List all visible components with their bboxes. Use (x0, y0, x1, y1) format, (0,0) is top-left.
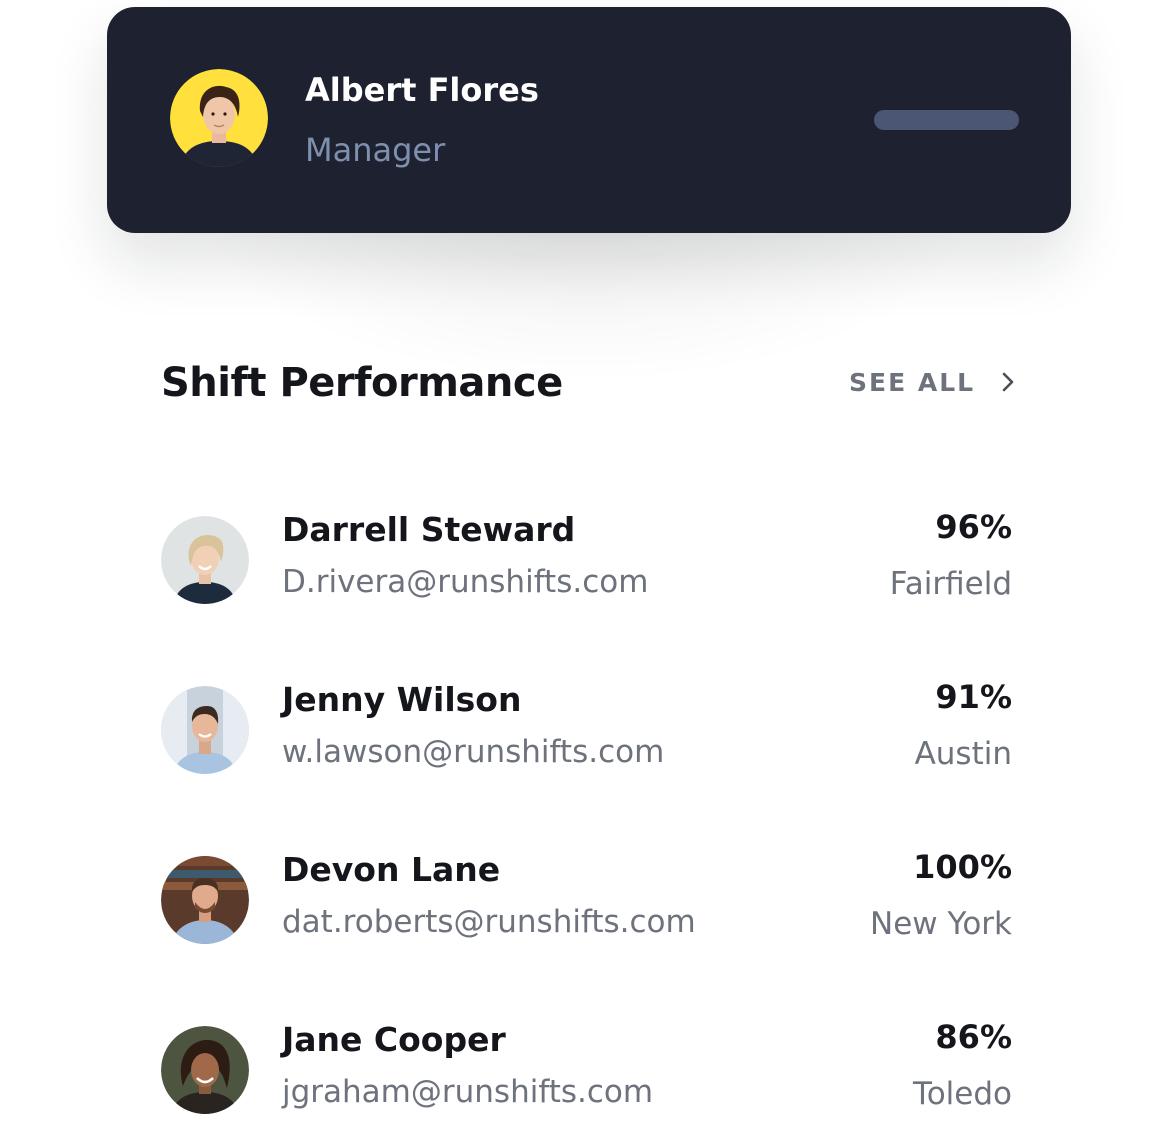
member-location: New York (870, 906, 1012, 942)
member-score: 100% (913, 848, 1012, 886)
member-email: jgraham@runshifts.com (282, 1074, 654, 1110)
member-name: Darrell Steward (282, 510, 576, 549)
section-title: Shift Performance (161, 360, 563, 406)
member-location: Austin (914, 736, 1012, 772)
list-item[interactable]: Darrell Steward D.rivera@runshifts.com 9… (0, 508, 1176, 620)
see-all-link[interactable]: SEE ALL (849, 365, 1019, 399)
avatar (161, 856, 249, 944)
member-score: 96% (935, 508, 1012, 546)
member-location: Toledo (913, 1076, 1012, 1112)
member-name: Jenny Wilson (282, 680, 522, 719)
member-email: D.rivera@runshifts.com (282, 564, 649, 600)
avatar (161, 686, 249, 774)
member-score: 86% (935, 1018, 1012, 1056)
list-item[interactable]: Jane Cooper jgraham@runshifts.com 86% To… (0, 1018, 1176, 1130)
list-item[interactable]: Jenny Wilson w.lawson@runshifts.com 91% … (0, 678, 1176, 790)
member-score: 91% (935, 678, 1012, 716)
page: Albert Flores Manager Shift Performance … (0, 0, 1176, 1135)
chevron-right-icon (997, 371, 1019, 393)
profile-avatar (170, 69, 268, 167)
avatar (161, 1026, 249, 1114)
member-name: Devon Lane (282, 850, 501, 889)
list-item[interactable]: Devon Lane dat.roberts@runshifts.com 100… (0, 848, 1176, 960)
profile-name: Albert Flores (305, 71, 539, 109)
see-all-label: SEE ALL (849, 367, 976, 397)
member-email: dat.roberts@runshifts.com (282, 904, 696, 940)
profile-role: Manager (305, 131, 446, 169)
profile-card[interactable]: Albert Flores Manager (107, 7, 1071, 233)
member-email: w.lawson@runshifts.com (282, 734, 665, 770)
profile-placeholder-bar (874, 110, 1019, 130)
avatar (161, 516, 249, 604)
member-location: Fairfield (889, 566, 1012, 602)
member-name: Jane Cooper (282, 1020, 506, 1059)
